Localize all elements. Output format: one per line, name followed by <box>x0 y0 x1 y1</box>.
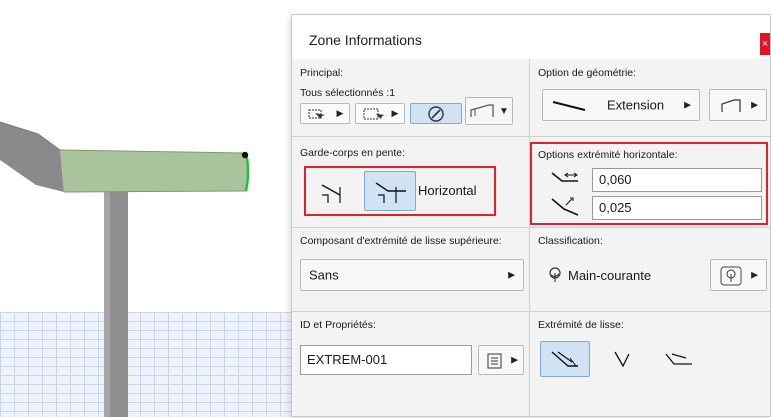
geometry-value: Extension <box>607 97 665 113</box>
chevron-right-icon: ▶ <box>684 99 691 110</box>
chevron-right-icon: ▶ <box>508 269 515 280</box>
principal-label: Principal: <box>300 67 344 79</box>
marquee-select-button[interactable]: ▶ <box>355 103 405 124</box>
horizontal-length-icon <box>551 172 578 182</box>
rail-end-label: Extrémité de lisse: <box>538 319 624 331</box>
classification-label: Classification: <box>538 235 603 247</box>
palette-title-bar[interactable]: Zone Informations × <box>292 15 770 59</box>
horizontal-end-icon <box>375 182 406 203</box>
row-divider-2 <box>292 227 771 228</box>
select-elements-button[interactable]: ▶ <box>300 103 350 124</box>
chevron-down-icon: ▼ <box>499 105 509 117</box>
slope-option-horizontal[interactable]: Horizontal <box>418 183 477 198</box>
horizontal-length-input[interactable]: 0,060 <box>592 168 762 192</box>
rail-end-mitered-button[interactable] <box>540 341 590 377</box>
marquee-select-icon <box>363 108 385 119</box>
row-divider-3 <box>292 311 771 312</box>
info-box-palette: Zone Informations × Principal: Tous séle… <box>291 14 771 418</box>
classification-picker-button[interactable]: ▶ <box>710 259 767 291</box>
top-rail-end-value: Sans <box>309 267 339 283</box>
chevron-right-icon: ▶ <box>751 269 758 280</box>
chevron-right-icon: ▶ <box>391 108 399 118</box>
palette-title: Zone Informations <box>309 32 422 48</box>
id-properties-label: ID et Propriétés: <box>300 319 376 331</box>
corner-end-icon <box>721 99 741 112</box>
classification-value[interactable]: Main-courante <box>568 268 651 283</box>
selection-info: Tous sélectionnés :1 <box>300 87 396 99</box>
geometry-label: Option de géométrie: <box>538 67 637 79</box>
magic-wand-icon <box>428 105 444 122</box>
chevron-right-icon: ▶ <box>751 99 758 110</box>
offset-input[interactable]: 0,025 <box>592 196 762 220</box>
properties-button[interactable]: ▶ <box>478 345 524 375</box>
rail-end-mitered-icon <box>551 351 578 367</box>
rail-end-flat-button[interactable] <box>654 341 704 377</box>
magic-wand-button[interactable] <box>410 103 462 124</box>
horizontal-end-label: Options extrémité horizontale: <box>538 149 678 161</box>
slope-railing-label: Garde-corps en pente: <box>300 147 406 159</box>
element-id-input[interactable]: EXTREM-001 <box>300 345 472 375</box>
chevron-right-icon: ▶ <box>336 108 344 118</box>
top-rail-end-dropdown[interactable]: Sans ▶ <box>300 259 524 291</box>
classification-tree-icon <box>549 267 561 282</box>
horizontal-end-button[interactable] <box>364 171 416 211</box>
slope-end-icon <box>321 184 341 203</box>
close-button[interactable]: × <box>760 33 770 55</box>
railing-view-button[interactable]: ▼ <box>465 97 513 125</box>
select-elements-icon <box>308 109 325 119</box>
rail-end-angle-icon <box>614 351 630 368</box>
rail-end-angle-button[interactable] <box>597 341 647 377</box>
geometry-dropdown[interactable]: Extension ▶ <box>542 89 700 121</box>
column-divider <box>529 59 530 418</box>
properties-list-icon <box>487 353 502 369</box>
corner-end-button[interactable]: ▶ <box>709 89 767 121</box>
3d-viewport[interactable] <box>0 0 300 417</box>
extension-line-icon <box>552 101 586 111</box>
chevron-right-icon: ▶ <box>511 354 518 365</box>
horizontal-rail-end <box>60 150 248 192</box>
rail-end-flat-icon <box>665 353 692 365</box>
diagonal-offset-icon <box>551 197 579 216</box>
classification-picker-icon <box>720 266 742 286</box>
row-divider-1 <box>292 136 771 137</box>
railing-view-icon <box>470 104 494 117</box>
railing-model <box>0 121 250 417</box>
slope-end-button[interactable] <box>310 171 360 211</box>
rail-end-point <box>241 151 249 159</box>
top-rail-end-label: Composant d'extrémité de lisse supérieur… <box>300 235 502 247</box>
